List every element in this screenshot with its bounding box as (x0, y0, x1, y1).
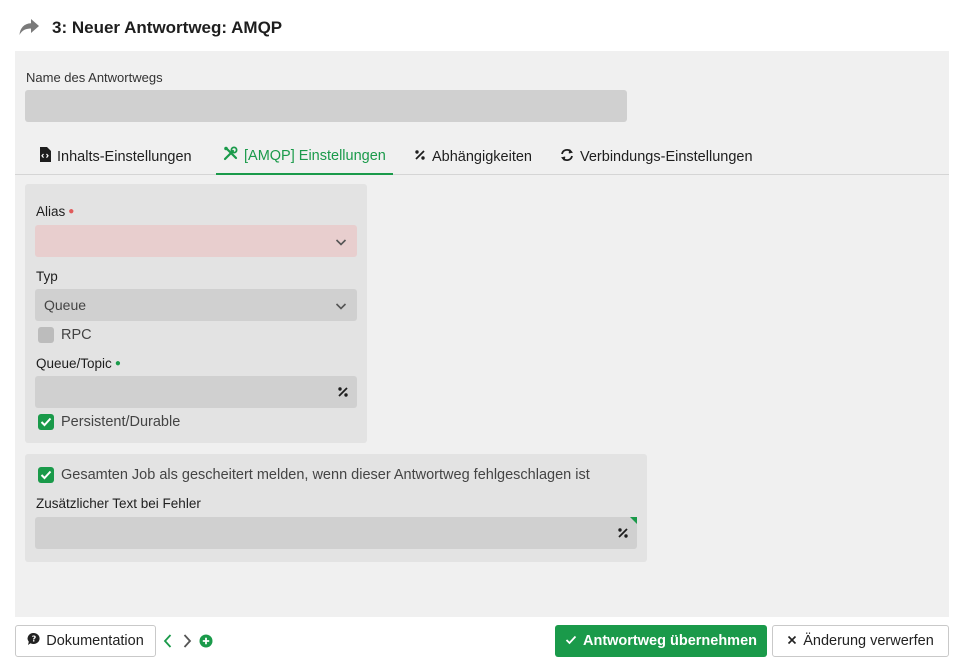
tab-label: Verbindungs-Einstellungen (580, 148, 753, 165)
persistent-label: Persistent/Durable (61, 414, 181, 430)
check-icon (565, 633, 577, 649)
file-code-icon (39, 147, 51, 166)
page-title: 3: Neuer Antwortweg: AMQP (52, 18, 283, 37)
alias-select[interactable] (35, 225, 357, 257)
tab-bar: Inhalts-Einstellungen [AMQP] Einstellung… (15, 138, 949, 175)
fail-job-label: Gesamten Job als gescheitert melden, wen… (61, 467, 590, 483)
documentation-label: Dokumentation (46, 633, 144, 649)
discard-button[interactable]: Änderung verwerfen (772, 625, 949, 657)
alias-label: Alias ● (36, 204, 75, 219)
tab-connection-settings[interactable]: Verbindungs-Einstellungen (560, 138, 753, 175)
tab-label: Abhängigkeiten (432, 148, 532, 165)
chevron-down-icon (335, 235, 347, 251)
reply-arrow-icon (18, 18, 40, 39)
dialog-header: 3: Neuer Antwortweg: AMQP (18, 14, 282, 42)
extra-text-label: Zusätzlicher Text bei Fehler (36, 496, 201, 511)
tab-label: Inhalts-Einstellungen (57, 148, 192, 165)
chevron-left-icon[interactable] (163, 633, 173, 652)
percent-icon[interactable] (337, 385, 349, 401)
documentation-button[interactable]: ? Dokumentation (15, 625, 156, 657)
discard-label: Änderung verwerfen (803, 633, 934, 649)
typ-value: Queue (44, 297, 87, 313)
typ-select[interactable]: Queue (35, 289, 357, 321)
rpc-checkbox[interactable]: RPC (38, 327, 92, 343)
tab-content-settings[interactable]: Inhalts-Einstellungen (39, 138, 192, 175)
tab-label: [AMQP] Einstellungen (244, 147, 386, 164)
svg-text:?: ? (32, 635, 37, 644)
typ-label: Typ (36, 269, 58, 284)
close-icon (787, 633, 797, 649)
tools-icon (223, 146, 238, 165)
apply-button[interactable]: Antwortweg übernehmen (555, 625, 767, 657)
fail-job-checkbox[interactable]: Gesamten Job als gescheitert melden, wen… (38, 467, 590, 483)
tab-amqp-settings[interactable]: [AMQP] Einstellungen (216, 138, 393, 175)
help-bubble-icon: ? (27, 632, 41, 650)
checkbox-box[interactable] (38, 327, 54, 343)
add-circle-icon[interactable] (199, 634, 213, 651)
apply-label: Antwortweg übernehmen (582, 633, 757, 649)
persistent-checkbox[interactable]: Persistent/Durable (38, 414, 180, 430)
queue-topic-input[interactable] (35, 376, 357, 408)
name-input[interactable] (25, 90, 627, 122)
chevron-right-icon[interactable] (182, 633, 192, 652)
field-marker (630, 517, 637, 524)
tab-dependencies[interactable]: Abhängigkeiten (414, 138, 532, 175)
percent-icon (414, 149, 426, 165)
extra-text-input[interactable] (35, 517, 637, 549)
sync-icon (560, 148, 574, 166)
queue-topic-label: Queue/Topic ● (36, 356, 121, 371)
checkmark-icon[interactable] (38, 467, 54, 483)
name-label: Name des Antwortwegs (26, 70, 163, 85)
percent-icon[interactable] (617, 526, 629, 542)
rpc-label: RPC (61, 327, 92, 343)
chevron-down-icon (335, 299, 347, 315)
checkmark-icon[interactable] (38, 414, 54, 430)
